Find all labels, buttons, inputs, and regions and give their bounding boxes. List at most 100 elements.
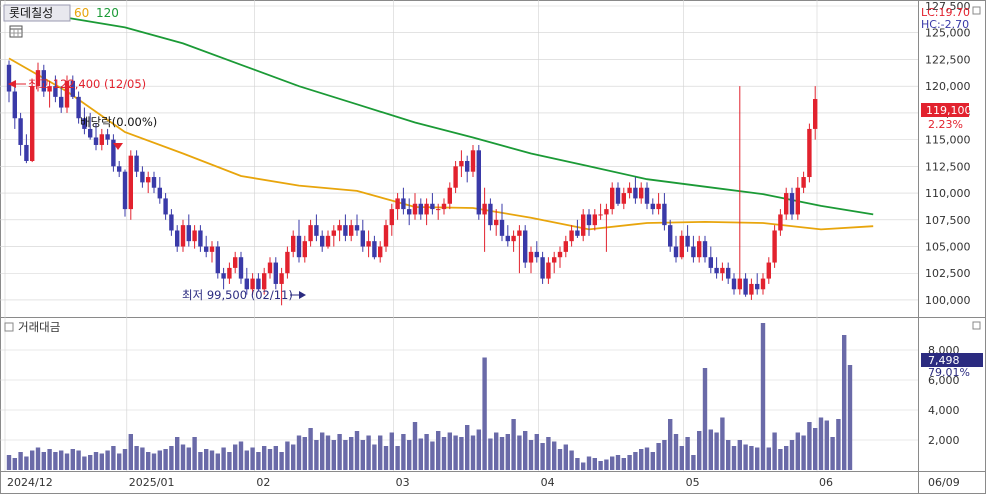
volume-bar (180, 444, 186, 470)
candle-body (749, 283, 754, 295)
volume-bar (534, 434, 539, 470)
current-price: 119,100 (926, 104, 972, 117)
volume-bar (470, 435, 476, 470)
candle-body (169, 214, 174, 231)
volume-bar (627, 455, 632, 470)
candle-body (801, 177, 806, 188)
high-label: 최고 122,400 (12/05) (28, 77, 146, 91)
volume-bar (702, 368, 708, 470)
volume-bar (418, 438, 423, 470)
volume-bar (737, 440, 742, 470)
candle-body (88, 128, 93, 138)
volume-bar (128, 434, 133, 470)
volume-bar (291, 444, 296, 470)
volume-bar (563, 444, 568, 470)
volume-bar (482, 357, 487, 470)
candle-body (511, 235, 516, 242)
candle-body (395, 198, 400, 210)
volume-bar (70, 449, 75, 470)
volume-bar (18, 452, 23, 470)
candle-body (546, 262, 551, 279)
candle-body (198, 230, 203, 247)
volume-scroll-marker[interactable] (972, 321, 981, 330)
candle-body (592, 214, 597, 226)
chart-canvas: 100,000 102,500 105,000 107,500 110,000 112,5… (0, 0, 986, 494)
candle-body (436, 209, 441, 211)
candle-body (337, 225, 342, 231)
calendar-icon[interactable] (9, 25, 23, 38)
price-tick-label: 115,000 (925, 134, 971, 147)
volume-bar (557, 449, 563, 470)
volume-bar (842, 335, 847, 470)
volume-bar (12, 458, 17, 470)
volume-bar (459, 437, 464, 470)
candle-body (151, 177, 157, 188)
volume-bar (662, 440, 667, 470)
volume-bar (430, 441, 435, 470)
price-tick-label: 100,000 (925, 294, 971, 307)
candle-body (621, 193, 626, 204)
volume-bar (285, 441, 290, 470)
volume-bar (847, 365, 853, 470)
low-label: 최저 99,500 (02/11) (182, 288, 293, 302)
volume-bar (801, 435, 806, 470)
volume-tick-label: 2,000 (928, 434, 960, 447)
volume-bar (830, 437, 835, 470)
candle-body (615, 187, 621, 204)
candle-body (685, 235, 690, 247)
candle-body (372, 241, 377, 258)
volume-bar (766, 447, 771, 470)
volume-bar (685, 437, 690, 470)
volume-bar (691, 455, 696, 470)
volume-bar (221, 447, 226, 470)
volume-bar (140, 447, 145, 470)
candle-body (772, 230, 777, 263)
candle-body (12, 91, 17, 119)
volume-pane-box[interactable] (4, 322, 14, 332)
volume-bar (360, 440, 365, 470)
volume-bar (523, 431, 528, 470)
volume-bar (528, 440, 534, 470)
candle-body (99, 134, 104, 145)
candle (476, 144, 481, 220)
volume-bar (824, 420, 829, 470)
candle-body (766, 262, 771, 279)
time-tick-label: 06/09 (928, 476, 960, 489)
candle-body (18, 118, 23, 145)
volume-bar (813, 428, 818, 470)
candle-body (702, 241, 708, 258)
volume-bar (807, 422, 812, 470)
candle-body (575, 230, 580, 236)
volume-bar (35, 447, 41, 470)
volume-bar (192, 437, 197, 470)
ma60-legend: 60 (74, 6, 89, 20)
volume-bar (186, 447, 191, 470)
top-scroll-marker[interactable] (972, 6, 981, 15)
candle-body (273, 262, 278, 284)
volume-bar (76, 450, 81, 470)
hc-label: HC:-2.70 (921, 18, 969, 31)
candle (111, 134, 116, 172)
candle (772, 225, 777, 268)
candle-body (789, 193, 795, 215)
candle-body (470, 150, 476, 172)
volume-change: 79.01% (928, 366, 970, 379)
current-change: 2.23% (928, 118, 963, 131)
volume-bar (436, 431, 441, 470)
volume-bar (250, 447, 255, 470)
candle-body (128, 155, 133, 210)
candle-body (708, 257, 713, 268)
volume-bar (389, 432, 394, 470)
candle-body (320, 235, 325, 247)
volume-bar (372, 444, 377, 470)
candle-body (407, 209, 412, 215)
candle-body (476, 150, 481, 215)
candle-body (581, 214, 586, 236)
candle-body (354, 225, 360, 231)
candle-body (122, 171, 128, 210)
volume-bar (784, 446, 789, 470)
volume-title: 거래대금 (18, 320, 60, 334)
candle-body (262, 273, 267, 290)
volume-bar (59, 450, 64, 470)
candle-body (134, 155, 139, 172)
